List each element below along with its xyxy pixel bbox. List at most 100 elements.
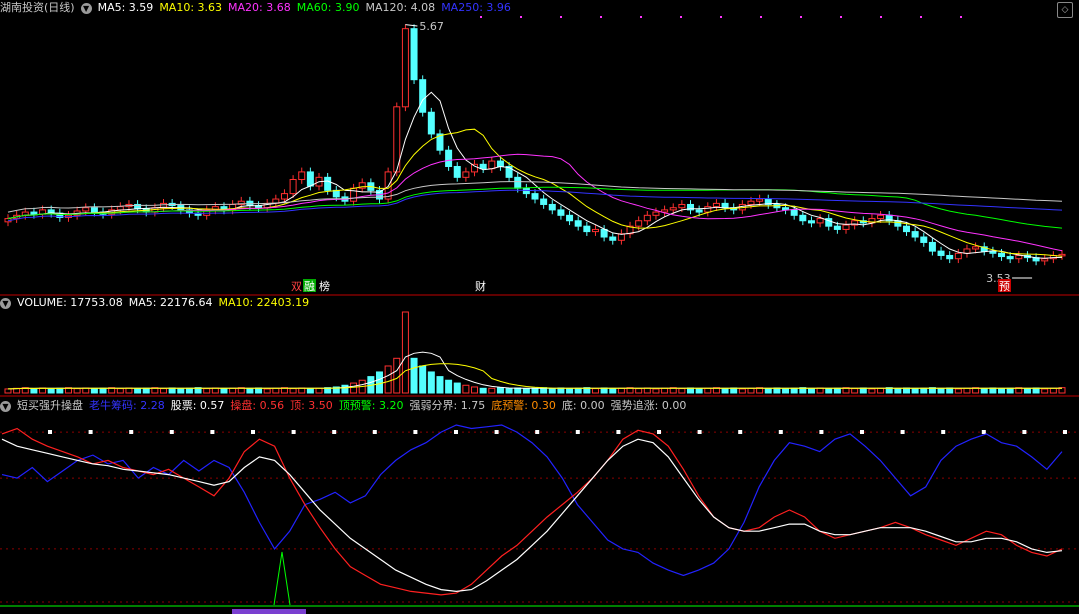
volume-bar <box>998 388 1006 394</box>
volume-bar <box>591 388 599 394</box>
signal-dot <box>920 16 922 18</box>
volume-bar <box>134 388 142 394</box>
dropdown-icon[interactable]: ▼ <box>80 2 92 14</box>
candle-body <box>1006 256 1014 260</box>
volume-bar <box>1049 387 1057 394</box>
dropdown-icon[interactable]: ▼ <box>0 297 11 309</box>
event-tag: 榜 <box>319 279 330 293</box>
indicator-header-item-2: 股票: 0.57 <box>170 399 225 412</box>
volume-bar <box>375 371 383 394</box>
volume-bar <box>609 388 617 394</box>
volume-bar <box>790 387 798 394</box>
signal-dot <box>800 16 802 18</box>
volume-bar <box>177 388 185 394</box>
volume-ma10-line <box>7 363 1062 390</box>
price-header-item-2: MA20: 3.68 <box>228 1 291 14</box>
indicator-marker <box>738 430 743 434</box>
volume-bar <box>695 388 703 394</box>
candle-body <box>816 218 824 224</box>
volume-bar <box>704 387 712 394</box>
volume-bar <box>911 388 919 394</box>
indicator-header-item-3: 操盘: 0.56 <box>230 399 285 412</box>
indicator-red-line <box>1 427 1063 596</box>
indicator-marker <box>616 430 621 434</box>
indicator-header-item-8: 底: 0.00 <box>561 399 605 412</box>
candle-body <box>721 202 729 209</box>
volume-bar <box>738 388 746 394</box>
candle-body <box>678 203 686 209</box>
volume-bar <box>488 387 496 394</box>
candle-body <box>332 189 340 198</box>
volume-bar <box>445 379 453 394</box>
candle-body <box>479 163 487 170</box>
indicator-marker <box>210 430 215 434</box>
candle-body <box>842 224 850 230</box>
volume-bar <box>419 365 427 394</box>
price-header-item-3: MA60: 3.90 <box>296 1 360 14</box>
candle-body <box>799 214 807 222</box>
candle-body <box>937 250 945 256</box>
candle-body <box>557 209 565 216</box>
volume-header-item-2: MA10: 22403.19 <box>218 296 310 309</box>
stock-title: 湖南投资(日线) <box>0 1 75 14</box>
price-header-item-5: MA250: 3.96 <box>441 1 511 14</box>
candle-body <box>591 228 599 233</box>
volume-bar <box>462 384 470 394</box>
volume-bar <box>721 388 729 394</box>
candle-body <box>1041 258 1049 262</box>
candle-body <box>695 209 703 213</box>
signal-dot <box>480 16 482 18</box>
indicator-header-item-6: 强弱分界: 1.75 <box>409 399 486 412</box>
candle-body <box>643 214 651 222</box>
indicator-marker <box>454 430 458 434</box>
candle-body <box>877 214 885 220</box>
volume-bar <box>635 388 643 394</box>
volume-bar <box>272 387 280 394</box>
volume-bar <box>263 388 271 394</box>
event-tag: 预 <box>999 280 1010 293</box>
candle-body <box>427 111 435 135</box>
candle-body <box>289 179 297 195</box>
candle-body <box>782 207 790 211</box>
signal-dot <box>720 16 722 18</box>
price-header-item-4: MA120: 4.08 <box>365 1 436 14</box>
candle-body <box>972 246 980 250</box>
indicator-marker <box>48 430 52 434</box>
green-spike <box>273 551 291 606</box>
volume-bar <box>56 387 64 394</box>
price-header-item-1: MA10: 3.63 <box>159 1 223 14</box>
indicator-marker <box>169 430 174 434</box>
volume-bar <box>1041 388 1049 394</box>
indicator-marker <box>900 430 905 434</box>
event-tag: 融 <box>304 280 315 293</box>
volume-bar <box>937 388 945 394</box>
volume-bar <box>30 388 38 394</box>
indicator-marker <box>129 430 134 434</box>
candle-body <box>548 203 556 211</box>
volume-bar <box>73 388 81 394</box>
volume-bar <box>384 365 392 394</box>
volume-bar <box>496 387 504 394</box>
candle-body <box>445 149 453 167</box>
volume-bar <box>747 387 755 394</box>
volume-bar <box>220 388 228 394</box>
ma5-line <box>7 91 1063 259</box>
indicator-marker <box>941 430 946 434</box>
signal-dot <box>600 16 602 18</box>
candle-body <box>712 202 720 208</box>
panel-toggle-icon[interactable]: ◇ <box>1057 2 1073 18</box>
candle-body <box>453 165 461 178</box>
high-price-label: 5.67 <box>419 20 444 33</box>
event-tag: 双 <box>291 280 302 293</box>
candle-body <box>954 252 962 260</box>
candle-body <box>116 206 124 211</box>
volume-bar <box>47 388 55 394</box>
dropdown-icon[interactable]: ▼ <box>0 400 11 412</box>
volume-bar <box>514 387 522 394</box>
candle-body <box>488 160 496 170</box>
signal-dot <box>880 16 882 18</box>
candle-body <box>514 176 522 189</box>
indicator-header-item-9: 强势追涨: 0.00 <box>610 399 687 412</box>
volume-bar <box>453 382 461 394</box>
indicator-marker <box>1022 430 1027 434</box>
